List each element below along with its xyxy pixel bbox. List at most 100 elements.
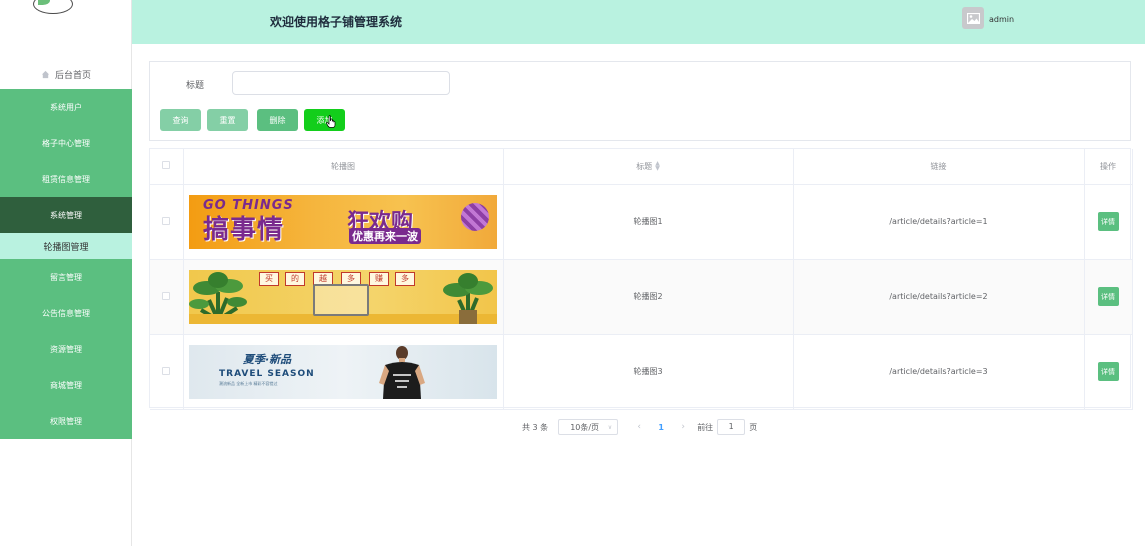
sidebar-item-home[interactable]: 后台首页 <box>0 60 132 88</box>
sidebar-item-label: 租赁信息管理 <box>42 174 90 184</box>
image-cell: 夏季·新品 TRAVEL SEASON 潮流新品 全新上市 精彩不容错过 <box>183 334 504 410</box>
detail-button[interactable]: 详情 <box>1097 212 1119 231</box>
sidebar-item-messages[interactable]: 留言管理 <box>0 259 132 295</box>
home-icon <box>41 70 50 79</box>
avatar[interactable] <box>962 7 984 29</box>
sidebar-item-label: 资源管理 <box>50 344 82 354</box>
row-checkbox[interactable] <box>162 216 171 225</box>
column-header-link: 链接 <box>793 149 1085 185</box>
row-select-cell <box>150 259 184 335</box>
sidebar-item-system[interactable]: 系统管理 <box>0 197 132 233</box>
sidebar-item-label: 轮播图管理 <box>43 242 89 253</box>
action-cell: 详情 <box>1084 259 1133 335</box>
sidebar: 后台首页 系统用户 格子中心管理 租赁信息管理 系统管理 轮播图管理 留言管理 … <box>0 0 132 546</box>
price-tag: 买 <box>259 271 279 286</box>
row-checkbox[interactable] <box>162 291 171 300</box>
sort-icon[interactable]: ▲ ▼ <box>655 161 660 172</box>
pagination-total: 共 3 条 <box>522 422 549 432</box>
detail-button[interactable]: 详情 <box>1097 287 1119 306</box>
row-checkbox[interactable] <box>162 366 171 375</box>
column-header-title[interactable]: 标题 ▲ ▼ <box>503 149 794 185</box>
delete-button[interactable]: 删除 <box>257 109 298 131</box>
sidebar-item-label: 后台首页 <box>54 70 91 81</box>
data-table: 轮播图 标题 ▲ ▼ 链接 操作 GO THINGS 搞事情 狂欢购 优惠再来一波 <box>149 148 1133 410</box>
shopping-cart-icon <box>313 283 369 316</box>
search-label: 标题 <box>186 81 205 91</box>
sidebar-item-label: 系统用户 <box>50 102 82 112</box>
column-header-label: 标题 <box>636 161 653 171</box>
page-size-select[interactable]: 10条/页 ∨ <box>558 419 619 435</box>
next-page-icon[interactable]: › <box>672 422 694 432</box>
select-all-checkbox[interactable] <box>162 161 171 170</box>
table-row: GO THINGS 搞事情 狂欢购 优惠再来一波 轮播图1 /article/d… <box>150 184 1133 260</box>
query-button[interactable]: 查询 <box>160 109 201 131</box>
sidebar-item-label: 留言管理 <box>50 272 82 282</box>
column-header-image: 轮播图 <box>183 149 504 185</box>
title-cell: 轮播图2 <box>503 259 794 335</box>
sidebar-item-label: 系统管理 <box>50 210 82 220</box>
sidebar-item-notices[interactable]: 公告信息管理 <box>0 295 132 331</box>
image-cell: GO THINGS 搞事情 狂欢购 优惠再来一波 <box>183 184 504 260</box>
carousel-image: GO THINGS 搞事情 狂欢购 优惠再来一波 <box>189 194 497 249</box>
sidebar-item-rental[interactable]: 租赁信息管理 <box>0 161 132 197</box>
page-size-value: 10条/页 <box>570 422 600 432</box>
page-jump-suffix: 页 <box>749 422 758 432</box>
action-cell: 详情 <box>1084 184 1133 260</box>
page-jump: 前往 1 页 <box>697 419 757 435</box>
banner-text: TRAVEL SEASON <box>219 368 315 379</box>
price-tag: 赚 <box>369 271 389 286</box>
sidebar-item-shop[interactable]: 商城管理 <box>0 367 132 403</box>
page-jump-prefix: 前往 <box>697 422 714 432</box>
table-row: 买 的 越 多 赚 多 轮播图2 /article/details?articl… <box>150 259 1133 335</box>
link-cell: /article/details?article=2 <box>793 259 1085 335</box>
username[interactable]: admin <box>989 15 1014 24</box>
image-icon <box>966 12 980 24</box>
sidebar-item-grid-center[interactable]: 格子中心管理 <box>0 125 132 161</box>
banner-text: 夏季·新品 <box>243 352 292 366</box>
chevron-down-icon: ∨ <box>607 423 613 431</box>
link-cell: /article/details?article=1 <box>793 184 1085 260</box>
select-all-cell <box>150 149 184 185</box>
sidebar-item-label: 公告信息管理 <box>42 308 90 318</box>
page-jump-input[interactable]: 1 <box>717 419 746 435</box>
decor-ball-icon <box>461 202 489 231</box>
title-search-input[interactable] <box>232 71 450 95</box>
banner-text: 搞事情 <box>203 214 285 245</box>
sidebar-item-carousel[interactable]: 轮播图管理 <box>0 233 132 259</box>
table-row: 夏季·新品 TRAVEL SEASON 潮流新品 全新上市 精彩不容错过 轮播图… <box>150 334 1133 410</box>
column-header-action: 操作 <box>1084 149 1133 185</box>
carousel-image: 夏季·新品 TRAVEL SEASON 潮流新品 全新上市 精彩不容错过 <box>189 344 497 399</box>
hand-cursor-icon <box>326 115 336 128</box>
sidebar-item-label: 权限管理 <box>50 416 82 426</box>
image-cell: 买 的 越 多 赚 多 <box>183 259 504 335</box>
plant-icon <box>443 272 493 324</box>
price-tag: 多 <box>395 271 415 286</box>
reset-button[interactable]: 重置 <box>207 109 248 131</box>
sidebar-item-users[interactable]: 系统用户 <box>0 89 132 125</box>
model-figure-icon <box>379 345 425 399</box>
sidebar-item-permissions[interactable]: 权限管理 <box>0 403 132 439</box>
sidebar-menu: 系统用户 格子中心管理 租赁信息管理 系统管理 轮播图管理 留言管理 公告信息管… <box>0 89 132 439</box>
page-title: 欢迎使用格子铺管理系统 <box>270 15 403 29</box>
link-cell: /article/details?article=3 <box>793 334 1085 410</box>
header: 欢迎使用格子铺管理系统 admin <box>132 0 1145 44</box>
sidebar-item-label: 格子中心管理 <box>42 138 90 148</box>
title-cell: 轮播图3 <box>503 334 794 410</box>
title-cell: 轮播图1 <box>503 184 794 260</box>
price-tag: 的 <box>285 271 305 286</box>
carousel-image: 买 的 越 多 赚 多 <box>189 269 497 324</box>
row-select-cell <box>150 334 184 410</box>
search-panel: 标题 查询 重置 删除 添加 <box>149 61 1131 141</box>
page-number-current[interactable]: 1 <box>650 423 672 432</box>
sidebar-item-label: 商城管理 <box>50 380 82 390</box>
prev-page-icon[interactable]: ‹ <box>628 422 650 432</box>
banner-text: 潮流新品 全新上市 精彩不容错过 <box>219 380 278 386</box>
table-header-row: 轮播图 标题 ▲ ▼ 链接 操作 <box>150 149 1133 185</box>
pagination: 共 3 条 10条/页 ∨ ‹ 1 › 前往 1 页 <box>522 419 757 435</box>
detail-button[interactable]: 详情 <box>1097 362 1119 381</box>
row-select-cell <box>150 184 184 260</box>
action-cell: 详情 <box>1084 334 1133 410</box>
sidebar-item-resources[interactable]: 资源管理 <box>0 331 132 367</box>
banner-text: 优惠再来一波 <box>349 227 421 244</box>
add-button[interactable]: 添加 <box>304 109 345 131</box>
